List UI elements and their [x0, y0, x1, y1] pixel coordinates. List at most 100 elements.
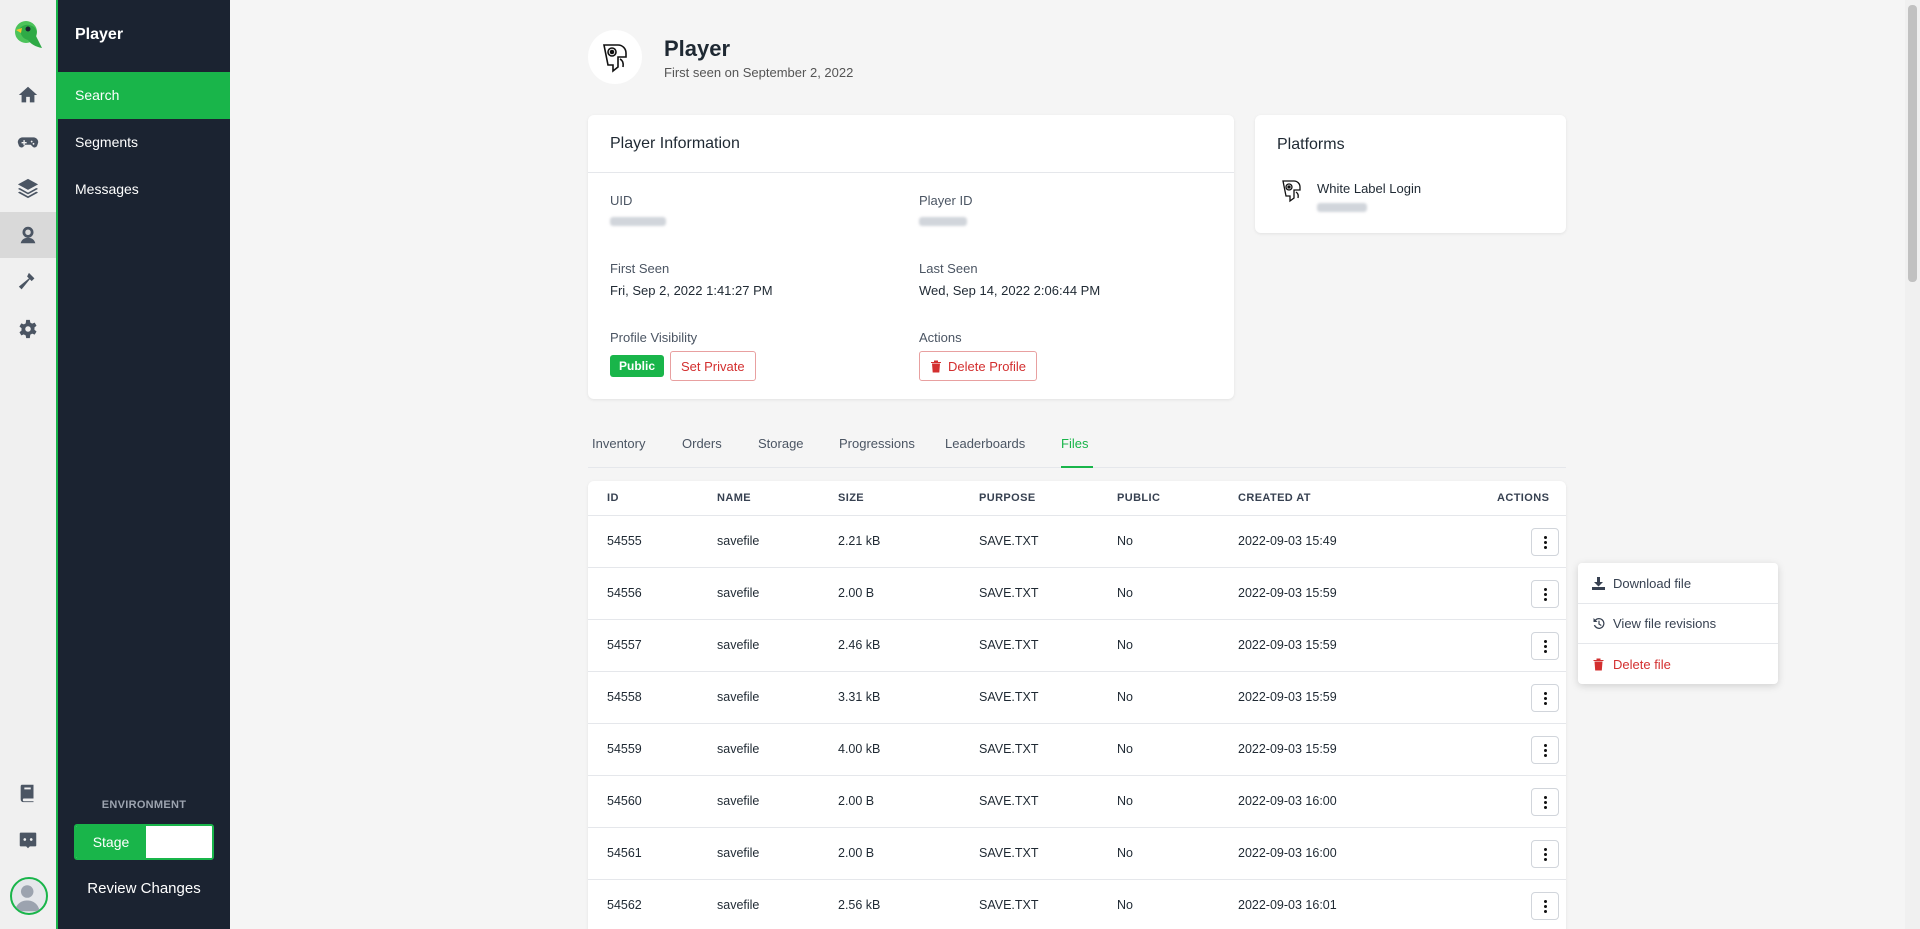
kebab-dot-icon [1543, 847, 1547, 851]
delete-file-label: Delete file [1613, 656, 1671, 672]
row-actions-button[interactable] [1531, 632, 1559, 660]
kebab-dot-icon [1543, 540, 1547, 544]
file-purpose-cell: SAVE.TXT [979, 690, 1039, 704]
environment-value: Stage [76, 826, 146, 858]
file-created-at-cell: 2022-09-03 16:00 [1238, 846, 1337, 860]
tab-storage[interactable]: Storage [758, 436, 804, 468]
page-scrollbar[interactable] [1905, 0, 1920, 929]
kebab-dot-icon [1543, 899, 1547, 903]
row-actions-button[interactable] [1531, 840, 1559, 868]
file-public-cell: No [1117, 638, 1133, 652]
nav-item-messages[interactable]: Messages [58, 166, 230, 213]
row-actions-button[interactable] [1531, 580, 1559, 608]
tab-inventory[interactable]: Inventory [592, 436, 645, 468]
file-id-cell: 54558 [607, 690, 642, 704]
delete-file-menu-item[interactable]: Delete file [1578, 644, 1778, 684]
file-size-cell: 2.00 B [838, 794, 875, 808]
file-public-cell: No [1117, 690, 1133, 704]
kebab-dot-icon [1543, 701, 1547, 705]
file-size-cell: 2.00 B [838, 846, 875, 860]
file-id-cell: 54559 [607, 742, 642, 756]
scrollbar-thumb[interactable] [1908, 5, 1917, 282]
kebab-dot-icon [1543, 800, 1547, 804]
tab-progressions[interactable]: Progressions [839, 436, 915, 468]
kebab-dot-icon [1543, 597, 1547, 601]
file-size-cell: 2.56 kB [838, 898, 881, 912]
row-actions-button[interactable] [1531, 528, 1559, 556]
column-header-size: SIZE [838, 492, 865, 504]
file-id-cell: 54561 [607, 846, 642, 860]
layers-icon[interactable] [0, 165, 56, 211]
column-header-public: PUBLIC [1117, 492, 1161, 504]
nav-item-segments[interactable]: Segments [58, 119, 230, 166]
environment-label: ENVIRONMENT [101, 799, 187, 811]
nav-item-search[interactable]: Search [58, 72, 230, 119]
gear-icon[interactable] [0, 306, 56, 352]
file-public-cell: No [1117, 742, 1133, 756]
download-file-menu-item[interactable]: Download file [1578, 563, 1778, 603]
file-size-cell: 2.21 kB [838, 534, 881, 548]
file-id-cell: 54557 [607, 638, 642, 652]
visibility-badge: Public [610, 355, 665, 377]
icon-rail [0, 0, 58, 929]
platform-username-redacted [1317, 203, 1367, 212]
row-actions-button[interactable] [1531, 892, 1559, 920]
app-logo-icon[interactable] [12, 18, 48, 54]
first-seen-value: Fri, Sep 2, 2022 1:41:27 PM [610, 283, 773, 298]
row-actions-button[interactable] [1531, 788, 1559, 816]
kebab-dot-icon [1543, 795, 1547, 799]
profile-visibility-label: Profile Visibility [610, 330, 698, 345]
player-information-card: Player Information UID Player ID First S… [588, 115, 1234, 399]
environment-toggle[interactable]: Stage [74, 824, 214, 860]
file-actions-menu: Download file View file revisions Delete… [1578, 563, 1778, 684]
column-header-id: ID [607, 492, 619, 504]
kebab-dot-icon [1543, 904, 1547, 908]
table-row: 54555 savefile 2.21 kB SAVE.TXT No 2022-09-03… [588, 516, 1566, 568]
history-icon [1593, 617, 1605, 629]
kebab-dot-icon [1543, 696, 1547, 700]
file-purpose-cell: SAVE.TXT [979, 846, 1039, 860]
environment-toggle-knob [146, 826, 212, 858]
view-file-revisions-label: View file revisions [1613, 615, 1717, 631]
view-file-revisions-menu-item[interactable]: View file revisions [1578, 603, 1778, 643]
file-public-cell: No [1117, 846, 1133, 860]
file-created-at-cell: 2022-09-03 16:00 [1238, 794, 1337, 808]
set-private-button[interactable]: Set Private [670, 351, 756, 381]
table-row: 54558 savefile 3.31 kB SAVE.TXT No 2022-09-03… [588, 672, 1566, 724]
discord-icon[interactable] [0, 817, 56, 863]
review-changes-button[interactable]: Review Changes [58, 880, 230, 897]
column-header-actions: ACTIONS [1497, 492, 1550, 504]
file-id-cell: 54555 [607, 534, 642, 548]
row-actions-button[interactable] [1531, 736, 1559, 764]
kebab-dot-icon [1543, 691, 1547, 695]
book-icon[interactable] [0, 770, 56, 816]
row-actions-button[interactable] [1531, 684, 1559, 712]
tab-orders[interactable]: Orders [682, 436, 722, 468]
table-header: ID NAME SIZE PURPOSE PUBLIC CREATED AT A… [588, 481, 1566, 516]
tab-files[interactable]: Files [1061, 436, 1093, 468]
column-header-name: NAME [717, 492, 751, 504]
tab-leaderboards[interactable]: Leaderboards [945, 436, 1025, 468]
uid-label: UID [610, 193, 633, 208]
delete-profile-label: Delete Profile [948, 358, 1027, 374]
file-name-cell: savefile [717, 898, 760, 912]
player-tabs: Inventory Orders Storage Progressions Le… [588, 432, 1566, 468]
delete-profile-button[interactable]: Delete Profile [919, 351, 1038, 381]
home-icon[interactable] [0, 72, 56, 118]
kebab-dot-icon [1543, 639, 1547, 643]
table-row: 54561 savefile 2.00 B SAVE.TXT No 2022-09-03 … [588, 828, 1566, 880]
file-purpose-cell: SAVE.TXT [979, 794, 1039, 808]
last-seen-value: Wed, Sep 14, 2022 2:06:44 PM [919, 283, 1101, 298]
kebab-dot-icon [1543, 535, 1547, 539]
file-name-cell: savefile [717, 534, 760, 548]
table-row: 54560 savefile 2.00 B SAVE.TXT No 2022-09-03 … [588, 776, 1566, 828]
file-public-cell: No [1117, 534, 1133, 548]
user-avatar[interactable] [10, 877, 48, 915]
hammer-icon[interactable] [0, 259, 56, 305]
table-row: 54562 savefile 2.56 kB SAVE.TXT No 2022-09-03… [588, 880, 1566, 929]
kebab-dot-icon [1543, 592, 1547, 596]
gamepad-icon[interactable] [0, 119, 56, 165]
file-name-cell: savefile [717, 846, 760, 860]
file-size-cell: 2.46 kB [838, 638, 881, 652]
player-icon[interactable] [0, 212, 56, 258]
